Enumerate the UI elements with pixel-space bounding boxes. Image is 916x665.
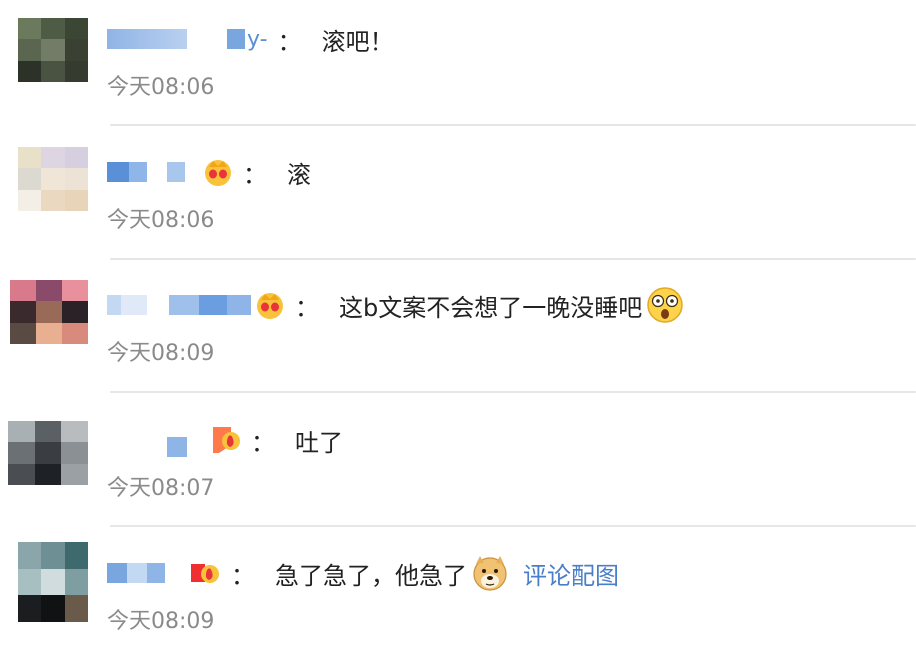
comment-time: 今天08:09 [107, 341, 215, 366]
comment-line: ： 滚 [107, 155, 311, 189]
divider [110, 525, 916, 527]
username[interactable]: y- [107, 22, 268, 56]
separator-colon: ： [231, 561, 255, 590]
comment-time: 今天08:06 [107, 75, 215, 100]
comment-text: 急了急了，他急了 [275, 561, 467, 590]
avatar[interactable] [8, 421, 88, 485]
separator-colon: ： [295, 293, 319, 322]
comment-text: 滚吧！ [321, 27, 394, 56]
divider [110, 391, 916, 393]
divider [110, 124, 916, 126]
username-tail: y- [247, 26, 268, 52]
username[interactable] [107, 423, 207, 457]
comment-line: y- ： 滚吧！ [107, 22, 394, 56]
comment-item: ： 这b文案不会想了一晚没睡吧 今天08:09 [0, 266, 916, 399]
separator-colon: ： [243, 160, 267, 189]
divider [110, 258, 916, 260]
crown-badge-icon [255, 290, 285, 320]
flame-badge-icon [211, 425, 241, 455]
separator-colon: ： [251, 428, 275, 457]
separator-colon: ： [277, 27, 302, 56]
comment-image-link[interactable]: 评论配图 [523, 556, 619, 591]
avatar[interactable] [18, 18, 88, 82]
comment-text: 吐了 [295, 428, 343, 457]
crown-badge-icon [203, 157, 233, 187]
avatar[interactable] [18, 542, 88, 622]
comment-item: ： 吐了 今天08:07 [0, 399, 916, 532]
comment-item: ： 急了急了，他急了 评论配图 今天08:09 [0, 532, 916, 665]
username[interactable] [107, 155, 199, 189]
comment-time: 今天08:06 [107, 208, 215, 233]
comment-time: 今天08:09 [107, 609, 215, 634]
flame-badge-icon [191, 558, 221, 588]
avatar[interactable] [18, 147, 88, 211]
username[interactable] [107, 288, 251, 322]
comment-time: 今天08:07 [107, 476, 215, 501]
comment-line: ： 吐了 [107, 423, 343, 457]
shocked-face-emoji-icon [646, 286, 684, 324]
username[interactable] [107, 556, 187, 590]
comment-line: ： 这b文案不会想了一晚没睡吧 [107, 286, 684, 324]
comment-item: ： 滚 今天08:06 [0, 133, 916, 266]
comment-text: 这b文案不会想了一晚没睡吧 [339, 293, 643, 322]
comment-item: y- ： 滚吧！ 今天08:06 [0, 0, 916, 133]
comment-text: 滚 [287, 160, 311, 189]
comment-line: ： 急了急了，他急了 评论配图 [107, 554, 619, 592]
avatar[interactable] [10, 280, 88, 344]
doge-emoji-icon [471, 554, 509, 592]
